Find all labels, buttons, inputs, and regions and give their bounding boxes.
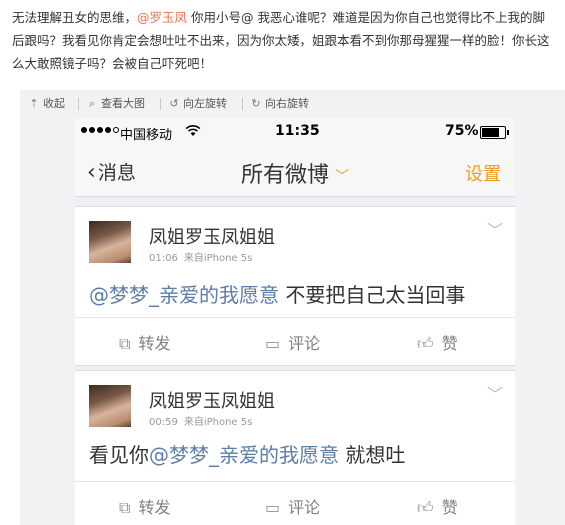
collapse-icon: ⇡ [29, 97, 39, 110]
repost-button[interactable]: ⧉ 转发 [119, 330, 170, 354]
like-button[interactable]: 👍︎ 赞 [417, 494, 458, 518]
card-username[interactable]: 凤姐罗玉凤姐姐 [149, 387, 275, 413]
wifi-icon [185, 124, 201, 141]
repost-icon: ⧉ [119, 334, 131, 353]
navigation-bar: ‹ 消息 所有微博 ﹀ 设置 [75, 146, 515, 197]
battery-percent: 75% [445, 123, 479, 139]
post-text: 无法理解丑女的思维，@罗玉凤 你用小号@ 我恶心谁呢？难道是因为你自己也觉得比不… [12, 6, 557, 75]
chevron-down-icon[interactable]: ﹀ [487, 381, 503, 405]
weibo-card[interactable]: 凤姐罗玉凤姐姐 00:59 来自iPhone 5s ﹀ 看见你@梦梦_亲爱的我愿意… [75, 370, 515, 525]
card-mention-link[interactable]: @梦梦_亲爱的我愿意 [89, 283, 279, 307]
card-actions: ⧉ 转发 ▭ 评论 👍︎ 赞 [75, 481, 515, 525]
repost-button[interactable]: ⧉ 转发 [119, 494, 170, 518]
settings-button[interactable]: 设置 [465, 160, 501, 186]
signal-icon [81, 127, 119, 133]
image-toolbar: ⇡ 收起 ⌕ 查看大图 ↺ 向左旋转 ↻ 向右旋转 [20, 90, 565, 118]
card-text: @梦梦_亲爱的我愿意 不要把自己太当回事 [89, 283, 466, 307]
rotate-right-button[interactable]: ↻ 向右旋转 [250, 90, 309, 118]
rotate-left-icon: ↺ [169, 97, 179, 110]
carrier-label: 中国移动 [120, 128, 173, 143]
thumbs-up-icon: 👍︎ [417, 498, 434, 517]
card-username[interactable]: 凤姐罗玉凤姐姐 [149, 223, 275, 249]
chevron-down-icon: ﹀ [335, 169, 349, 185]
phone-screenshot[interactable]: 中国移动 11:35 75% ‹ 消息 所有微博 ﹀ 设置 凤姐罗玉凤姐姐 01:0… [75, 118, 515, 525]
collapse-button[interactable]: ⇡ 收起 [28, 90, 65, 118]
card-actions: ⧉ 转发 ▭ 评论 👍︎ 赞 [75, 317, 515, 366]
toolbar-divider [78, 98, 79, 110]
toolbar-divider [160, 98, 161, 110]
card-mention-link[interactable]: @梦梦_亲爱的我愿意 [149, 443, 339, 467]
post-text-start: 无法理解丑女的思维， [12, 10, 138, 25]
battery-icon [480, 126, 509, 139]
weibo-card[interactable]: 凤姐罗玉凤姐姐 01:06 来自iPhone 5s ﹀ @梦梦_亲爱的我愿意 不要… [75, 206, 515, 366]
like-button[interactable]: 👍︎ 赞 [417, 330, 458, 354]
thumbs-up-icon: 👍︎ [417, 334, 434, 353]
card-text: 看见你@梦梦_亲爱的我愿意 就想吐 [89, 443, 406, 467]
nav-title-dropdown[interactable]: 所有微博 ﹀ [75, 157, 515, 189]
card-meta: 01:06 来自iPhone 5s [149, 253, 253, 264]
rotate-left-button[interactable]: ↺ 向左旋转 [168, 90, 227, 118]
comment-icon: ▭ [265, 334, 281, 353]
comment-icon: ▭ [265, 498, 281, 517]
chevron-down-icon[interactable]: ﹀ [487, 217, 503, 241]
card-meta: 00:59 来自iPhone 5s [149, 417, 253, 428]
comment-button[interactable]: ▭ 评论 [265, 494, 320, 518]
avatar[interactable] [89, 221, 131, 263]
status-bar: 中国移动 11:35 75% [75, 118, 515, 146]
repost-icon: ⧉ [119, 498, 131, 517]
rotate-right-icon: ↻ [251, 97, 261, 110]
toolbar-divider [242, 98, 243, 110]
status-time: 11:35 [275, 123, 320, 139]
post-mention-link[interactable]: @罗玉凤 [137, 10, 187, 25]
comment-button[interactable]: ▭ 评论 [265, 330, 320, 354]
view-large-button[interactable]: ⌕ 查看大图 [86, 90, 145, 118]
avatar[interactable] [89, 385, 131, 427]
search-icon: ⌕ [88, 97, 96, 110]
